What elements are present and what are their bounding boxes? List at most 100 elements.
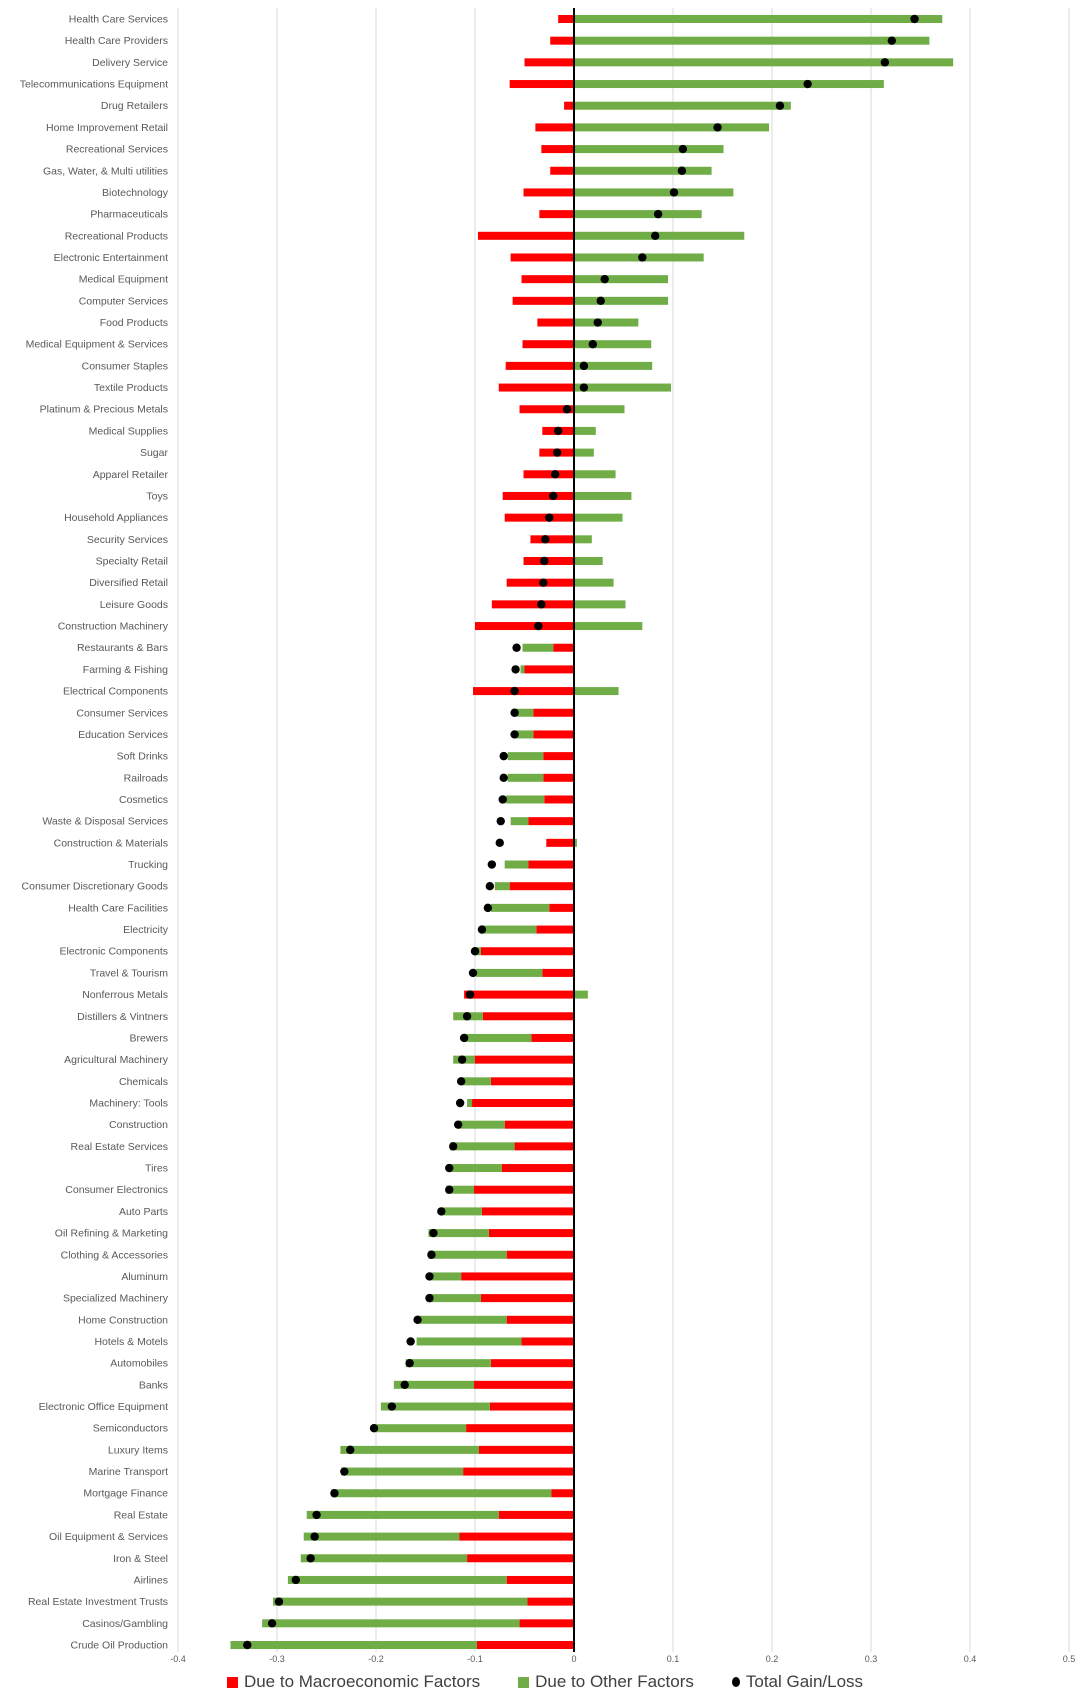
total-dot	[593, 318, 602, 327]
bar-macro	[522, 340, 574, 349]
bar-macro	[490, 1359, 574, 1368]
bar-macro	[509, 882, 574, 891]
total-dot	[468, 968, 478, 978]
total-dot	[803, 79, 812, 89]
total-dot	[496, 816, 505, 826]
bar-other	[574, 470, 616, 479]
legend-item-other[interactable]: Due to Other Factors	[518, 1672, 694, 1692]
bar-macro	[537, 318, 574, 327]
category-label: Medical Supplies	[89, 425, 168, 437]
legend-marker-total	[731, 1677, 740, 1687]
bar-other	[429, 1272, 462, 1281]
bar-other	[574, 600, 626, 609]
bar-macro	[482, 1012, 574, 1021]
category-label: Home Improvement Retail	[46, 122, 168, 134]
bar-other	[574, 166, 712, 175]
bar-macro	[477, 231, 574, 240]
bar-macro	[491, 600, 574, 609]
total-dot	[588, 340, 598, 349]
total-dot	[511, 665, 520, 674]
category-label: Education Services	[78, 729, 168, 741]
bar-macro	[521, 275, 574, 284]
category-label: Electronic Office Equipment	[39, 1401, 168, 1413]
category-label: Real Estate	[114, 1509, 168, 1521]
x-tick-label: -0.1	[467, 1654, 483, 1664]
total-dot	[455, 1098, 465, 1108]
bar-macro	[505, 361, 574, 370]
bar-macro	[542, 968, 574, 977]
category-label: Consumer Electronics	[65, 1184, 168, 1196]
bar-macro	[506, 1315, 574, 1324]
total-dot	[425, 1293, 434, 1303]
category-label: Restaurants & Bars	[77, 642, 168, 654]
category-label: Health Care Facilities	[68, 902, 168, 914]
total-dot	[713, 123, 722, 132]
x-tick-label: 0.4	[964, 1654, 977, 1664]
bar-macro	[467, 1554, 574, 1563]
bar-other	[522, 643, 554, 652]
bar-other	[574, 513, 623, 522]
total-dot	[459, 1033, 469, 1043]
legend-item-total[interactable]: Total Gain/Loss	[731, 1672, 864, 1692]
bar-macro	[472, 1099, 574, 1107]
x-tick-label: -0.3	[269, 1654, 285, 1664]
bar-macro	[519, 1619, 574, 1628]
x-tick-label: 0.1	[667, 1654, 680, 1664]
category-label: Toys	[146, 490, 168, 502]
bar-other	[507, 773, 544, 782]
legend: Due to Macroeconomic Factors Due to Othe…	[0, 1671, 1090, 1693]
category-label: Consumer Staples	[82, 360, 168, 372]
bar-other	[494, 882, 510, 891]
legend-label-total: Total Gain/Loss	[745, 1672, 864, 1691]
total-dot	[512, 643, 521, 652]
total-dot	[306, 1554, 315, 1563]
bar-other	[372, 1424, 467, 1433]
legend-label-other: Due to Other Factors	[535, 1672, 694, 1691]
category-label: Electronic Entertainment	[54, 252, 168, 264]
bar-other	[574, 58, 954, 67]
total-dot	[462, 1012, 472, 1021]
legend-swatch-other	[518, 1676, 530, 1688]
bar-macro	[475, 1055, 574, 1064]
bar-other	[416, 1337, 522, 1346]
total-dot	[549, 491, 558, 501]
bar-macro	[459, 1532, 574, 1541]
category-label: Specialty Retail	[96, 556, 168, 568]
bar-macro	[550, 166, 574, 175]
total-dot	[477, 925, 487, 934]
bar-other	[574, 318, 639, 327]
bar-other	[450, 1142, 515, 1151]
category-label: Medical Equipment & Services	[26, 339, 168, 351]
category-label: Crude Oil Production	[71, 1640, 169, 1652]
bar-macro	[506, 1575, 574, 1584]
bar-macro	[502, 491, 574, 500]
total-dot	[346, 1445, 355, 1455]
category-label: Pharmaceuticals	[90, 209, 168, 221]
category-labels: Health Care Services Health Care Provider…	[20, 14, 169, 1652]
category-label: Recreational Services	[66, 144, 168, 156]
total-dot	[579, 383, 589, 392]
bar-macro	[509, 80, 574, 89]
bar-macro	[564, 101, 574, 110]
bar-other	[574, 80, 884, 89]
legend-item-macro[interactable]: Due to Macroeconomic Factors	[226, 1672, 480, 1692]
category-label: Machinery: Tools	[89, 1098, 168, 1110]
category-label: Clothing & Accessories	[61, 1249, 168, 1261]
bar-other	[467, 1099, 473, 1107]
total-dot	[910, 14, 919, 24]
category-label: Drug Retailers	[101, 100, 168, 112]
bar-macro	[551, 1489, 574, 1498]
bar-other	[574, 405, 625, 414]
bar-macro	[489, 1402, 574, 1411]
bar-macro	[544, 795, 574, 804]
bar-other	[574, 210, 702, 219]
category-label: Hotels & Motels	[94, 1336, 168, 1348]
x-tick-label: -0.4	[170, 1654, 186, 1664]
bar-other	[574, 990, 588, 999]
total-dot	[677, 166, 687, 175]
bar-macro	[473, 687, 574, 696]
bar-other	[417, 1315, 507, 1324]
total-dot	[312, 1510, 321, 1520]
bar-other	[490, 903, 550, 912]
bar-macro	[466, 1424, 574, 1433]
